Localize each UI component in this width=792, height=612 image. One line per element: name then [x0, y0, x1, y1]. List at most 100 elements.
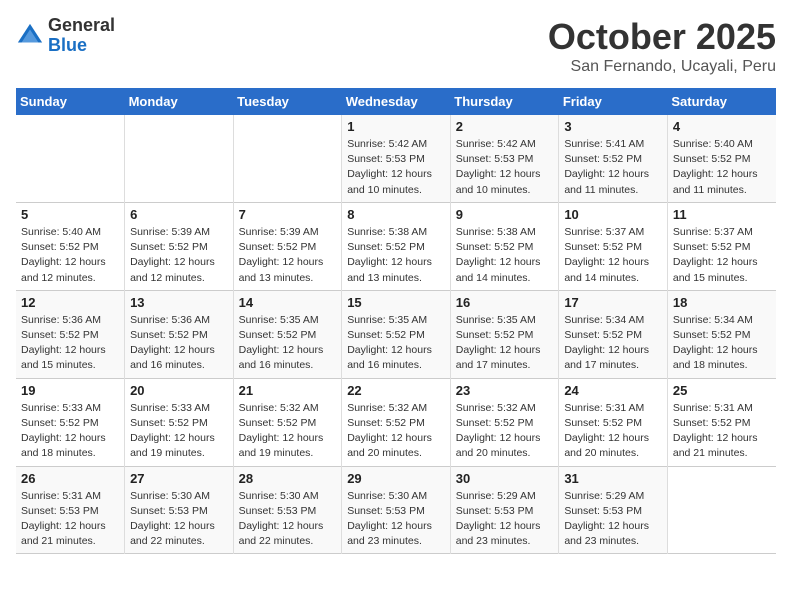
calendar-cell: 11 Sunrise: 5:37 AM Sunset: 5:52 PM Dayli…: [667, 202, 776, 290]
day-info: Sunrise: 5:34 AM Sunset: 5:52 PM Dayligh…: [564, 313, 662, 374]
day-number: 4: [673, 119, 771, 134]
day-number: 29: [347, 471, 445, 486]
calendar-header-row: SundayMondayTuesdayWednesdayThursdayFrid…: [16, 88, 776, 115]
logo-icon: [16, 22, 44, 50]
calendar-cell: 29 Sunrise: 5:30 AM Sunset: 5:53 PM Dayli…: [342, 466, 451, 554]
day-number: 11: [673, 207, 771, 222]
day-number: 3: [564, 119, 662, 134]
calendar-cell: 30 Sunrise: 5:29 AM Sunset: 5:53 PM Dayli…: [450, 466, 559, 554]
day-info: Sunrise: 5:42 AM Sunset: 5:53 PM Dayligh…: [347, 137, 445, 198]
day-info: Sunrise: 5:29 AM Sunset: 5:53 PM Dayligh…: [456, 489, 554, 550]
day-number: 28: [239, 471, 337, 486]
day-number: 19: [21, 383, 119, 398]
calendar-cell: 12Sunrise: 5:36 AM Sunset: 5:52 PM Dayli…: [16, 290, 125, 378]
day-number: 30: [456, 471, 554, 486]
calendar-cell: 5 Sunrise: 5:40 AM Sunset: 5:52 PM Daylig…: [16, 202, 125, 290]
column-header-friday: Friday: [559, 88, 668, 115]
day-number: 25: [673, 383, 771, 398]
day-info: Sunrise: 5:39 AM Sunset: 5:52 PM Dayligh…: [239, 225, 337, 286]
column-header-sunday: Sunday: [16, 88, 125, 115]
day-info: Sunrise: 5:40 AM Sunset: 5:52 PM Dayligh…: [673, 137, 771, 198]
day-info: Sunrise: 5:32 AM Sunset: 5:52 PM Dayligh…: [239, 401, 337, 462]
day-number: 17: [564, 295, 662, 310]
calendar-cell: 4 Sunrise: 5:40 AM Sunset: 5:52 PM Daylig…: [667, 115, 776, 202]
day-info: Sunrise: 5:33 AM Sunset: 5:52 PM Dayligh…: [130, 401, 228, 462]
calendar-cell: 7 Sunrise: 5:39 AM Sunset: 5:52 PM Daylig…: [233, 202, 342, 290]
calendar-cell: 17 Sunrise: 5:34 AM Sunset: 5:52 PM Dayli…: [559, 290, 668, 378]
day-number: 21: [239, 383, 337, 398]
calendar-cell: 28 Sunrise: 5:30 AM Sunset: 5:53 PM Dayli…: [233, 466, 342, 554]
day-number: 14: [239, 295, 337, 310]
calendar-cell: 23Sunrise: 5:32 AM Sunset: 5:52 PM Dayli…: [450, 378, 559, 466]
day-info: Sunrise: 5:42 AM Sunset: 5:53 PM Dayligh…: [456, 137, 554, 198]
day-number: 24: [564, 383, 662, 398]
day-info: Sunrise: 5:37 AM Sunset: 5:52 PM Dayligh…: [673, 225, 771, 286]
calendar-cell: 2Sunrise: 5:42 AM Sunset: 5:53 PM Daylig…: [450, 115, 559, 202]
day-number: 16: [456, 295, 554, 310]
day-info: Sunrise: 5:38 AM Sunset: 5:52 PM Dayligh…: [456, 225, 554, 286]
calendar-cell: 6 Sunrise: 5:39 AM Sunset: 5:52 PM Daylig…: [125, 202, 234, 290]
week-row-1: 1 Sunrise: 5:42 AM Sunset: 5:53 PM Daylig…: [16, 115, 776, 202]
day-number: 23: [456, 383, 554, 398]
day-number: 27: [130, 471, 228, 486]
calendar-cell: 10Sunrise: 5:37 AM Sunset: 5:52 PM Dayli…: [559, 202, 668, 290]
calendar-cell: 20 Sunrise: 5:33 AM Sunset: 5:52 PM Dayli…: [125, 378, 234, 466]
calendar-cell: [233, 115, 342, 202]
day-info: Sunrise: 5:33 AM Sunset: 5:52 PM Dayligh…: [21, 401, 119, 462]
month-title: October 2025: [548, 16, 776, 58]
day-info: Sunrise: 5:31 AM Sunset: 5:53 PM Dayligh…: [21, 489, 119, 550]
column-header-wednesday: Wednesday: [342, 88, 451, 115]
day-number: 10: [564, 207, 662, 222]
calendar-cell: 13Sunrise: 5:36 AM Sunset: 5:52 PM Dayli…: [125, 290, 234, 378]
day-number: 31: [564, 471, 662, 486]
logo-blue-text: Blue: [48, 35, 87, 55]
calendar-cell: 16Sunrise: 5:35 AM Sunset: 5:52 PM Dayli…: [450, 290, 559, 378]
week-row-4: 19 Sunrise: 5:33 AM Sunset: 5:52 PM Dayli…: [16, 378, 776, 466]
week-row-5: 26Sunrise: 5:31 AM Sunset: 5:53 PM Dayli…: [16, 466, 776, 554]
calendar-cell: 9 Sunrise: 5:38 AM Sunset: 5:52 PM Daylig…: [450, 202, 559, 290]
day-info: Sunrise: 5:35 AM Sunset: 5:52 PM Dayligh…: [347, 313, 445, 374]
calendar-cell: 21 Sunrise: 5:32 AM Sunset: 5:52 PM Dayli…: [233, 378, 342, 466]
location-title: San Fernando, Ucayali, Peru: [548, 58, 776, 76]
day-info: Sunrise: 5:31 AM Sunset: 5:52 PM Dayligh…: [564, 401, 662, 462]
day-info: Sunrise: 5:35 AM Sunset: 5:52 PM Dayligh…: [239, 313, 337, 374]
day-info: Sunrise: 5:38 AM Sunset: 5:52 PM Dayligh…: [347, 225, 445, 286]
day-info: Sunrise: 5:40 AM Sunset: 5:52 PM Dayligh…: [21, 225, 119, 286]
calendar-cell: [125, 115, 234, 202]
day-number: 5: [21, 207, 119, 222]
day-number: 15: [347, 295, 445, 310]
calendar-cell: 27 Sunrise: 5:30 AM Sunset: 5:53 PM Dayli…: [125, 466, 234, 554]
day-number: 8: [347, 207, 445, 222]
day-number: 12: [21, 295, 119, 310]
day-number: 7: [239, 207, 337, 222]
calendar-cell: 31 Sunrise: 5:29 AM Sunset: 5:53 PM Dayli…: [559, 466, 668, 554]
calendar-cell: 19 Sunrise: 5:33 AM Sunset: 5:52 PM Dayli…: [16, 378, 125, 466]
week-row-3: 12Sunrise: 5:36 AM Sunset: 5:52 PM Dayli…: [16, 290, 776, 378]
calendar-cell: 24 Sunrise: 5:31 AM Sunset: 5:52 PM Dayli…: [559, 378, 668, 466]
calendar-cell: 14 Sunrise: 5:35 AM Sunset: 5:52 PM Dayli…: [233, 290, 342, 378]
header: General Blue October 2025 San Fernando, …: [16, 16, 776, 76]
calendar-cell: 15 Sunrise: 5:35 AM Sunset: 5:52 PM Dayli…: [342, 290, 451, 378]
day-info: Sunrise: 5:30 AM Sunset: 5:53 PM Dayligh…: [239, 489, 337, 550]
logo: General Blue: [16, 16, 115, 56]
logo-general-text: General: [48, 15, 115, 35]
calendar-cell: [16, 115, 125, 202]
calendar-table: SundayMondayTuesdayWednesdayThursdayFrid…: [16, 88, 776, 554]
day-number: 9: [456, 207, 554, 222]
day-info: Sunrise: 5:29 AM Sunset: 5:53 PM Dayligh…: [564, 489, 662, 550]
day-number: 6: [130, 207, 228, 222]
column-header-monday: Monday: [125, 88, 234, 115]
column-header-thursday: Thursday: [450, 88, 559, 115]
day-number: 1: [347, 119, 445, 134]
day-info: Sunrise: 5:34 AM Sunset: 5:52 PM Dayligh…: [673, 313, 771, 374]
column-header-tuesday: Tuesday: [233, 88, 342, 115]
calendar-cell: [667, 466, 776, 554]
calendar-cell: 25Sunrise: 5:31 AM Sunset: 5:52 PM Dayli…: [667, 378, 776, 466]
day-number: 22: [347, 383, 445, 398]
title-area: October 2025 San Fernando, Ucayali, Peru: [548, 16, 776, 76]
day-info: Sunrise: 5:30 AM Sunset: 5:53 PM Dayligh…: [130, 489, 228, 550]
day-number: 20: [130, 383, 228, 398]
day-number: 13: [130, 295, 228, 310]
day-info: Sunrise: 5:30 AM Sunset: 5:53 PM Dayligh…: [347, 489, 445, 550]
day-info: Sunrise: 5:39 AM Sunset: 5:52 PM Dayligh…: [130, 225, 228, 286]
